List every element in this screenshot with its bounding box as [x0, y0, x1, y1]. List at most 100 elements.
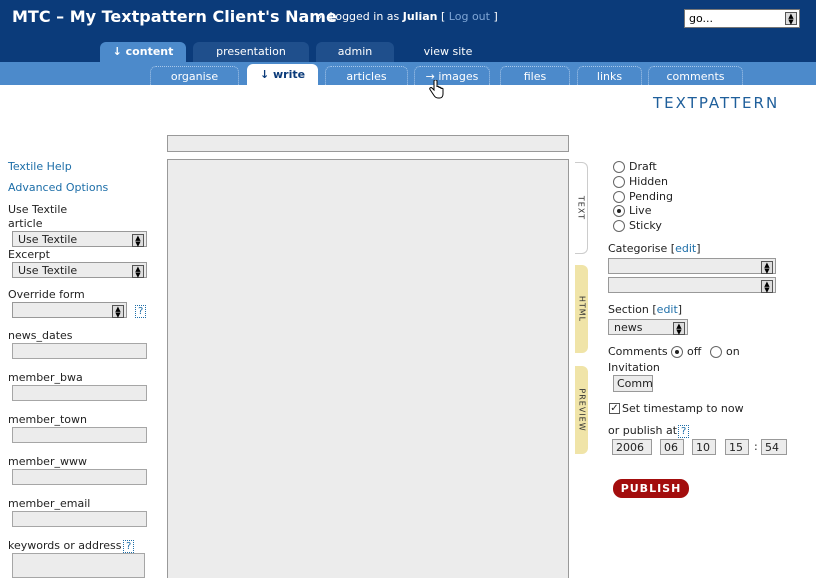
- go-select-value: go...: [689, 12, 714, 25]
- custom-field-input[interactable]: [12, 343, 147, 359]
- publish-at-help-icon[interactable]: ?: [678, 425, 690, 438]
- status-label-pending: Pending: [629, 190, 673, 203]
- status-label-draft: Draft: [629, 160, 657, 173]
- editor-tab-preview-label: PREVIEW: [577, 388, 586, 432]
- editor-tab-html[interactable]: HTML: [575, 265, 588, 353]
- section-text: Section: [608, 303, 649, 316]
- custom-field-input[interactable]: [12, 469, 147, 485]
- categorise-text: Categorise: [608, 242, 668, 255]
- comments-radio-off[interactable]: [671, 346, 683, 358]
- comments-off-label: off: [687, 345, 702, 358]
- select-arrows-icon: ▲ ▼: [761, 261, 773, 275]
- time-separator: :: [754, 440, 758, 453]
- article-body-textarea[interactable]: [167, 159, 569, 578]
- excerpt-label: Excerpt: [8, 248, 50, 261]
- login-prefix: Logged in as: [329, 10, 400, 23]
- status-radio-draft[interactable]: [613, 161, 625, 173]
- status-label-sticky: Sticky: [629, 219, 662, 232]
- site-title: MTC – My Textpattern Client's Name: [12, 7, 337, 26]
- comments-radio-on[interactable]: [710, 346, 722, 358]
- custom-field-label: member_bwa: [8, 371, 83, 384]
- tab-presentation[interactable]: presentation: [193, 42, 309, 62]
- tab-content[interactable]: ↓ content: [100, 42, 186, 62]
- subtab-comments[interactable]: comments: [648, 66, 743, 85]
- categorise-edit-link[interactable]: edit: [675, 242, 696, 255]
- publish-button[interactable]: PUBLISH: [613, 479, 689, 498]
- year-input[interactable]: 2006: [612, 439, 652, 455]
- custom-field-label: news_dates: [8, 329, 73, 342]
- tab-admin[interactable]: admin: [316, 42, 394, 62]
- article-label: article: [8, 217, 43, 230]
- comments-on-label: on: [726, 345, 740, 358]
- timestamp-checkbox[interactable]: ✓: [609, 403, 620, 414]
- invitation-input[interactable]: Comm: [613, 375, 653, 392]
- article-textile-select[interactable]: Use Textile ▲ ▼: [12, 231, 147, 248]
- select-arrows-icon: ▲ ▼: [112, 305, 124, 319]
- subtab-links[interactable]: links: [577, 66, 642, 85]
- excerpt-textile-select[interactable]: Use Textile ▲ ▼: [12, 262, 147, 279]
- select-arrows-icon: ▲ ▼: [785, 12, 797, 26]
- select-arrows-icon: ▲ ▼: [673, 322, 685, 336]
- subtab-images[interactable]: → images: [414, 66, 490, 85]
- custom-field-label: member_www: [8, 455, 87, 468]
- section-select-value: news: [614, 321, 643, 334]
- editor-tab-text[interactable]: TEXT: [575, 162, 588, 254]
- select-arrows-icon: ▲ ▼: [761, 280, 773, 294]
- go-select[interactable]: go... ▲ ▼: [684, 9, 800, 28]
- custom-field-input[interactable]: [12, 427, 147, 443]
- timestamp-label: Set timestamp to now: [622, 402, 744, 415]
- custom-field-input[interactable]: [12, 511, 147, 527]
- keywords-label: keywords or address: [8, 539, 122, 552]
- custom-field-label: member_email: [8, 497, 91, 510]
- keywords-textarea[interactable]: [12, 553, 145, 578]
- hand-cursor-icon: [429, 80, 444, 99]
- textile-help-link[interactable]: Textile Help: [8, 160, 72, 173]
- editor-tab-preview[interactable]: PREVIEW: [575, 366, 588, 454]
- section-edit-link[interactable]: edit: [657, 303, 678, 316]
- override-form-label: Override form: [8, 288, 85, 301]
- subtab-files[interactable]: files: [500, 66, 570, 85]
- select-arrows-icon: ▲ ▼: [132, 234, 144, 248]
- user-name: Julian: [402, 10, 438, 23]
- select-arrows-icon: ▲ ▼: [132, 265, 144, 279]
- subtab-write[interactable]: ↓ write: [247, 64, 318, 85]
- status-radio-pending[interactable]: [613, 191, 625, 203]
- categorise-label: Categorise [edit]: [608, 242, 701, 255]
- bracket-open: [: [441, 10, 446, 23]
- article-title-input[interactable]: [167, 135, 569, 152]
- day-input[interactable]: 10: [692, 439, 716, 455]
- editor-tab-text-label: TEXT: [576, 195, 586, 221]
- invitation-label: Invitation: [608, 361, 660, 374]
- section-label: Section [edit]: [608, 303, 683, 316]
- status-radio-live[interactable]: [613, 205, 625, 217]
- override-form-select[interactable]: ▲ ▼: [12, 302, 127, 319]
- month-input[interactable]: 06: [660, 439, 684, 455]
- bracket-close: ]: [493, 10, 498, 23]
- publish-at-label: or publish at: [608, 424, 678, 437]
- hour-input[interactable]: 15: [725, 439, 749, 455]
- status-radio-sticky[interactable]: [613, 220, 625, 232]
- subtab-organise[interactable]: organise: [150, 66, 239, 85]
- subtab-articles[interactable]: articles: [325, 66, 408, 85]
- logout-link[interactable]: Log out: [449, 10, 490, 23]
- textpattern-logo: TEXTPATTERN: [653, 94, 780, 112]
- status-label-live: Live: [629, 204, 652, 217]
- comments-label: Comments: [608, 345, 668, 358]
- keywords-help-icon[interactable]: ?: [123, 540, 135, 553]
- custom-field-input[interactable]: [12, 385, 147, 401]
- category1-select[interactable]: ▲ ▼: [608, 258, 776, 275]
- excerpt-textile-value: Use Textile: [18, 264, 78, 277]
- status-label-hidden: Hidden: [629, 175, 669, 188]
- tab-view-site[interactable]: view site: [404, 42, 492, 62]
- status-radio-hidden[interactable]: [613, 176, 625, 188]
- login-status: › Logged in as Julian [ Log out ]: [318, 10, 498, 23]
- advanced-options-link[interactable]: Advanced Options: [8, 181, 108, 194]
- article-textile-value: Use Textile: [18, 233, 78, 246]
- minute-input[interactable]: 54: [761, 439, 787, 455]
- category2-select[interactable]: ▲ ▼: [608, 277, 776, 294]
- editor-tab-html-label: HTML: [577, 295, 586, 323]
- override-form-help-icon[interactable]: ?: [135, 305, 147, 318]
- use-textile-label: Use Textile: [8, 203, 68, 216]
- section-select[interactable]: news ▲ ▼: [608, 319, 688, 336]
- custom-field-label: member_town: [8, 413, 87, 426]
